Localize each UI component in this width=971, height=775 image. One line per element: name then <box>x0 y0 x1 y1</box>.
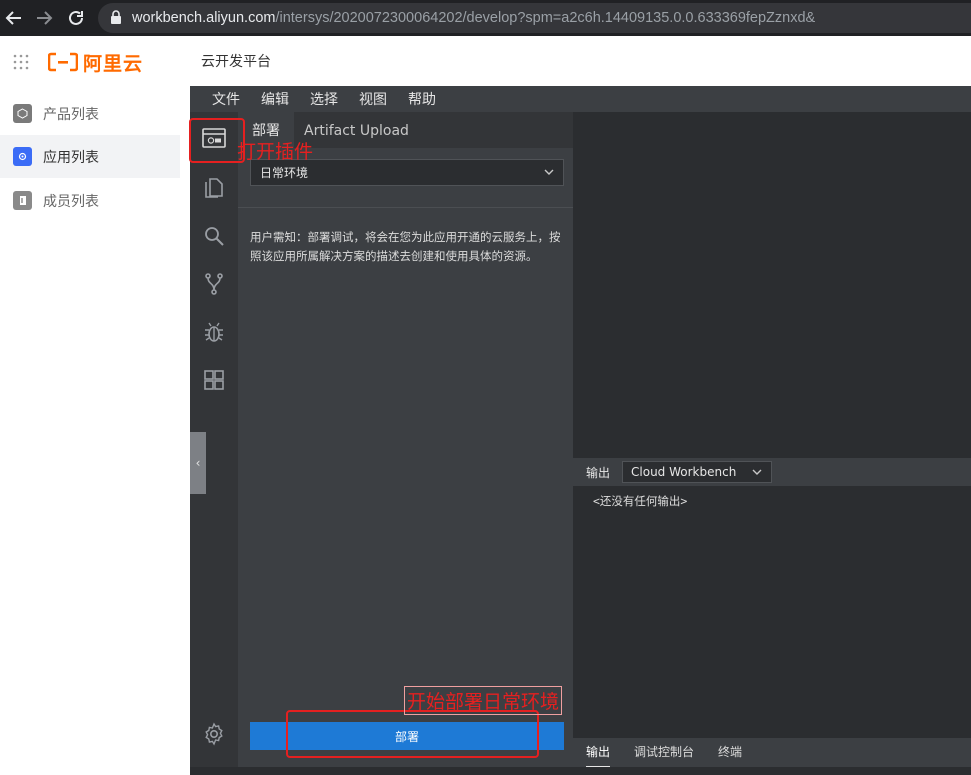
back-arrow-icon[interactable] <box>2 6 26 30</box>
output-panel-header: 输出 Cloud Workbench <box>573 458 971 486</box>
source-control-icon[interactable] <box>202 272 226 296</box>
output-body: <还没有任何输出> <box>573 486 971 738</box>
menu-view[interactable]: 视图 <box>359 89 387 109</box>
logo-text: 阿里云 <box>83 52 144 75</box>
member-icon <box>13 191 32 210</box>
sidebar-item-apps[interactable]: 应用列表 <box>0 135 180 178</box>
search-icon[interactable] <box>202 224 226 248</box>
output-empty-text: <还没有任何输出> <box>593 494 688 508</box>
platform-title: 云开发平台 <box>201 54 271 70</box>
lock-icon <box>110 10 124 26</box>
environment-select-value: 日常环境 <box>260 166 309 180</box>
status-bar <box>190 767 971 775</box>
sidebar-item-label: 应用列表 <box>43 149 99 166</box>
cube-icon <box>13 104 32 123</box>
aliyun-logo[interactable]: 阿里云 <box>48 51 144 75</box>
console-sidebar: 产品列表 应用列表 成员列表 <box>0 86 190 775</box>
aliyun-logo-mark-icon <box>48 52 78 72</box>
chevron-down-icon <box>752 469 762 475</box>
sidebar-item-members[interactable]: 成员列表 <box>0 179 180 222</box>
ide-workbench: 文件 编辑 选择 视图 帮助 ‹ 部署 Artifact Upload 日常环境… <box>190 86 971 775</box>
output-title: 输出 <box>586 465 611 480</box>
files-icon[interactable] <box>202 176 226 200</box>
menu-help[interactable]: 帮助 <box>408 89 436 109</box>
menu-edit[interactable]: 编辑 <box>261 89 289 109</box>
tab-terminal[interactable]: 终端 <box>718 738 742 767</box>
output-channel-select[interactable]: Cloud Workbench <box>622 461 773 483</box>
url-host: workbench.aliyun.com <box>132 10 276 26</box>
deploy-panel: 部署 Artifact Upload 日常环境 用户需知：部署调试，将会在您为此… <box>238 112 573 775</box>
panel-divider <box>238 207 573 208</box>
gear-icon[interactable] <box>202 722 226 746</box>
menu-selection[interactable]: 选择 <box>310 89 338 109</box>
tab-debug-console[interactable]: 调试控制台 <box>634 738 694 767</box>
sidebar-item-label: 成员列表 <box>43 193 99 210</box>
annotation-start-deploy: 开始部署日常环境 <box>404 686 563 715</box>
menu-bar: 文件 编辑 选择 视图 帮助 <box>190 86 971 112</box>
annotation-box-deploy <box>286 710 539 758</box>
menu-file[interactable]: 文件 <box>212 89 240 109</box>
sidebar-item-products[interactable]: 产品列表 <box>0 92 180 135</box>
collapse-sidebar-button[interactable]: ‹ <box>190 432 206 494</box>
forward-arrow-icon[interactable] <box>32 6 56 30</box>
app-grid-icon[interactable] <box>13 54 29 70</box>
activity-bar: ‹ <box>190 112 238 775</box>
address-bar[interactable]: workbench.aliyun.com/intersys/2020072300… <box>98 3 971 33</box>
debug-icon[interactable] <box>202 320 226 344</box>
sidebar-item-label: 产品列表 <box>43 106 99 123</box>
editor-area <box>573 112 971 458</box>
annotation-open-plugin: 打开插件 <box>237 141 314 163</box>
chevron-down-icon <box>544 169 554 175</box>
console-header: 阿里云 云开发平台 <box>0 36 971 86</box>
bottom-panel-tabs: 输出 调试控制台 终端 <box>573 738 971 767</box>
chevron-left-icon: ‹ <box>195 456 201 470</box>
output-channel-value: Cloud Workbench <box>631 465 737 479</box>
tab-output[interactable]: 输出 <box>586 738 611 767</box>
tab-artifact-upload[interactable]: Artifact Upload <box>304 112 409 148</box>
reload-icon[interactable] <box>64 6 88 30</box>
browser-toolbar: workbench.aliyun.com/intersys/2020072300… <box>0 0 971 36</box>
extensions-icon[interactable] <box>202 368 226 392</box>
app-icon <box>13 147 32 166</box>
url-path: /intersys/2020072300064202/develop?spm=a… <box>275 10 816 26</box>
deploy-notice: 用户需知：部署调试，将会在您为此应用开通的云服务上，按照该应用所属解决方案的描述… <box>250 230 561 263</box>
